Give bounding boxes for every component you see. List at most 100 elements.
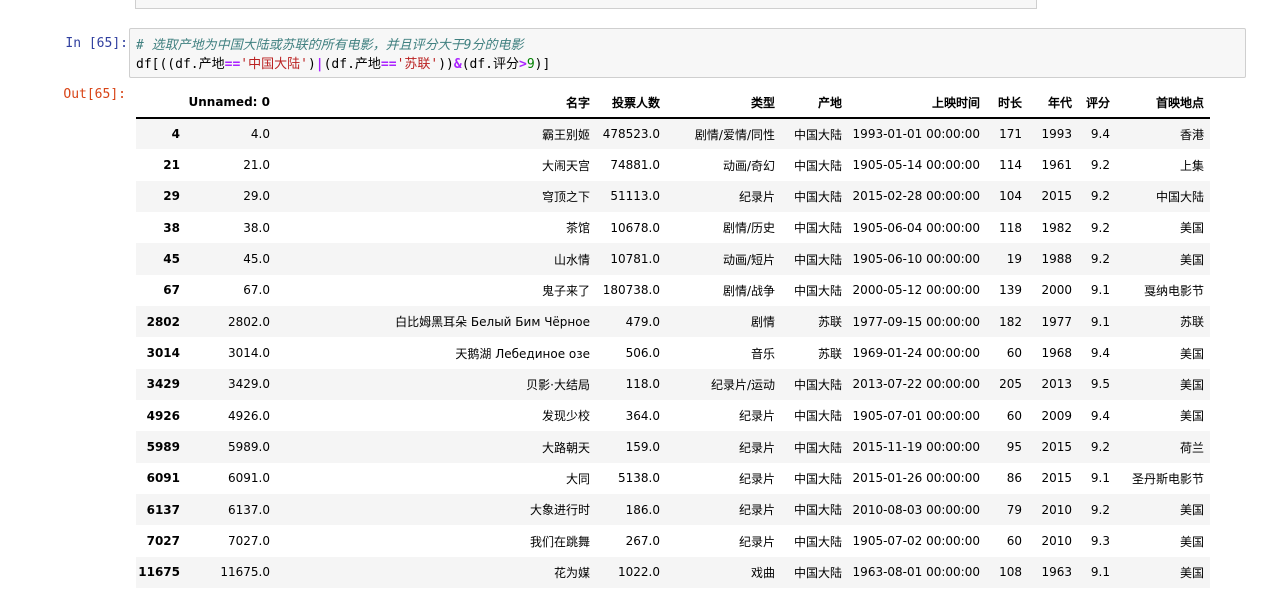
table-cell: 9.2 bbox=[1090, 252, 1110, 267]
table-cell: 动画/短片 bbox=[722, 252, 775, 267]
table-cell: 9.5 bbox=[1090, 377, 1110, 392]
table-cell: 2000-05-12 00:00:00 bbox=[852, 283, 980, 298]
table-cell: 剧情/爱情/同性 bbox=[694, 127, 775, 142]
table-cell: 中国大陆 bbox=[793, 189, 842, 204]
table-cell: 纪录片/运动 bbox=[710, 377, 775, 392]
table-cell: 9.2 bbox=[1090, 220, 1110, 235]
previous-cell-bottom bbox=[135, 0, 1037, 9]
table-cell: 1969-01-24 00:00:00 bbox=[852, 346, 980, 361]
table-cell: 9.2 bbox=[1090, 189, 1110, 204]
table-cell: 2010 bbox=[1041, 534, 1072, 549]
table-cell: 9.3 bbox=[1090, 534, 1110, 549]
table-cell: 剧情/历史 bbox=[722, 221, 775, 236]
table-cell: 美国 bbox=[1179, 409, 1204, 424]
code-statement: df[((df.产地=='中国大陆')|(df.产地=='苏联'))&(df.评… bbox=[136, 55, 1245, 74]
table-row: 5989 5989.0 大路朝天 159.0 纪录片 中国大陆 2015-11-19 00:… bbox=[136, 431, 1210, 463]
table-cell: 2802.0 bbox=[228, 314, 270, 329]
table-cell: 1905-05-14 00:00:00 bbox=[852, 158, 980, 173]
table-cell: 苏联 bbox=[817, 346, 842, 361]
table-cell: 美国 bbox=[1179, 346, 1204, 361]
table-row: 67 67.0 鬼子来了 180738.0 剧情/战争 中国大陆 2000-05-12 00… bbox=[136, 274, 1210, 307]
column-header: 产地 bbox=[781, 87, 848, 119]
row-index: 29 bbox=[163, 189, 180, 204]
code-comment: # 选取产地为中国大陆或苏联的所有电影，并且评分大于9分的电影 bbox=[136, 38, 524, 53]
table-cell: 9.1 bbox=[1090, 283, 1110, 298]
column-header: 评分 bbox=[1078, 87, 1116, 119]
code-token: ) bbox=[307, 57, 316, 72]
table-cell: 2015-01-26 00:00:00 bbox=[852, 471, 980, 486]
column-header: 时长 bbox=[986, 87, 1028, 119]
code-cell[interactable]: # 选取产地为中国大陆或苏联的所有电影，并且评分大于9分的电影 df[((df.… bbox=[129, 28, 1246, 78]
table-cell: 2015 bbox=[1041, 471, 1072, 486]
code-operator: == bbox=[224, 57, 241, 72]
table-cell: 1905-06-10 00:00:00 bbox=[852, 252, 980, 267]
table-cell: 戛纳电影节 bbox=[1143, 283, 1204, 298]
table-cell: 1905-06-04 00:00:00 bbox=[852, 220, 980, 235]
table-cell: 2015-02-28 00:00:00 bbox=[852, 189, 980, 204]
table-cell: 剧情/战争 bbox=[722, 283, 775, 298]
dataframe-table: Unnamed: 0 名字 投票人数 类型 产地 上映时间 时长 年代 评分 首映地点 4 4.0 霸… bbox=[136, 87, 1210, 589]
table-cell: 74881.0 bbox=[610, 158, 660, 173]
column-header: 投票人数 bbox=[596, 87, 666, 119]
table-cell: 171 bbox=[999, 127, 1022, 142]
column-header: 类型 bbox=[666, 87, 781, 119]
code-operator: > bbox=[519, 57, 527, 72]
table-cell: 纪录片 bbox=[738, 503, 775, 518]
table-cell: 美国 bbox=[1179, 221, 1204, 236]
table-cell: 67.0 bbox=[243, 283, 270, 298]
table-cell: 182 bbox=[999, 314, 1022, 329]
table-cell: 大同 bbox=[565, 471, 590, 486]
row-index: 2802 bbox=[146, 314, 180, 329]
table-row: 29 29.0 穹顶之下 51113.0 纪录片 中国大陆 2015-02-28 00:00… bbox=[136, 180, 1210, 213]
table-cell: 9.4 bbox=[1090, 408, 1110, 423]
table-cell: 大闹天宫 bbox=[541, 158, 590, 173]
table-cell: 1963-08-01 00:00:00 bbox=[852, 565, 980, 580]
table-cell: 纪录片 bbox=[738, 440, 775, 455]
code-token: (df.评分 bbox=[461, 57, 520, 72]
table-row: 3429 3429.0 贝影·大结局 118.0 纪录片/运动 中国大陆 2013-07-2… bbox=[136, 368, 1210, 401]
table-row: 4926 4926.0 发现少校 364.0 纪录片 中国大陆 1905-07-01 00:… bbox=[136, 400, 1210, 432]
code-token: )] bbox=[534, 57, 551, 72]
table-cell: 139 bbox=[999, 283, 1022, 298]
column-header: 首映地点 bbox=[1116, 87, 1210, 119]
table-cell: 5989.0 bbox=[228, 440, 270, 455]
table-cell: 364.0 bbox=[625, 408, 660, 423]
table-row: 11675 11675.0 花为媒 1022.0 戏曲 中国大陆 1963-08-01 00… bbox=[136, 556, 1210, 589]
table-cell: 美国 bbox=[1179, 377, 1204, 392]
table-cell: 1968 bbox=[1041, 346, 1072, 361]
row-index: 38 bbox=[163, 220, 180, 235]
table-cell: 60 bbox=[1006, 534, 1022, 549]
column-header: 年代 bbox=[1028, 87, 1078, 119]
code-token: df[((df.产地 bbox=[136, 57, 225, 72]
table-cell: 中国大陆 bbox=[793, 377, 842, 392]
code-number: 9 bbox=[526, 57, 535, 72]
table-cell: 香港 bbox=[1179, 127, 1204, 142]
table-cell: 中国大陆 bbox=[1155, 189, 1204, 204]
table-cell: 21.0 bbox=[243, 158, 270, 173]
table-row: 2802 2802.0 白比姆黑耳朵 Белый Бим Чёрное 479.0 剧情… bbox=[136, 306, 1210, 338]
row-index: 67 bbox=[163, 283, 180, 298]
table-cell: 3014.0 bbox=[228, 346, 270, 361]
table-cell: 51113.0 bbox=[610, 189, 660, 204]
table-cell: 美国 bbox=[1179, 503, 1204, 518]
table-cell: 38.0 bbox=[243, 220, 270, 235]
table-cell: 108 bbox=[999, 565, 1022, 580]
table-cell: 戏曲 bbox=[750, 565, 775, 580]
code-operator: | bbox=[315, 57, 324, 72]
table-cell: 186.0 bbox=[625, 502, 660, 517]
table-cell: 2009 bbox=[1041, 408, 1072, 423]
table-cell: 1977 bbox=[1041, 314, 1072, 329]
table-cell: 白比姆黑耳朵 Белый Бим Чёрное bbox=[395, 315, 590, 330]
code-token: (df.产地 bbox=[323, 57, 381, 72]
table-cell: 中国大陆 bbox=[793, 503, 842, 518]
code-string: '中国大陆' bbox=[240, 57, 308, 72]
table-cell: 9.2 bbox=[1090, 158, 1110, 173]
row-index: 6091 bbox=[146, 471, 180, 486]
table-cell: 6137.0 bbox=[228, 502, 270, 517]
table-cell: 60 bbox=[1006, 408, 1022, 423]
table-cell: 中国大陆 bbox=[793, 252, 842, 267]
table-cell: 478523.0 bbox=[602, 127, 660, 142]
table-cell: 9.4 bbox=[1090, 346, 1110, 361]
table-cell: 2013 bbox=[1041, 377, 1072, 392]
row-index: 5989 bbox=[146, 440, 180, 455]
